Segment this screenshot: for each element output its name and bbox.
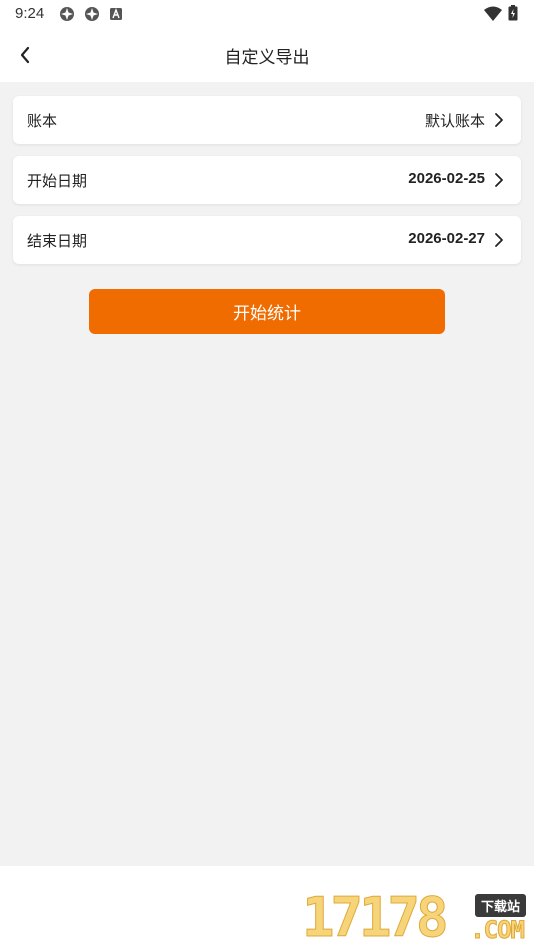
- app-notification-icon: [85, 7, 99, 21]
- status-time: 9:24: [15, 5, 45, 22]
- chevron-right-icon: [495, 113, 503, 127]
- start-date-row[interactable]: 开始日期 2026-02-25: [13, 156, 521, 204]
- end-date-label: 结束日期: [27, 232, 88, 250]
- app-notification-icon: [60, 7, 74, 21]
- wifi-icon: [484, 6, 502, 21]
- bottom-area: 17178 下载站 .COM: [0, 866, 534, 950]
- site-watermark: 17178 下载站 .COM: [302, 886, 530, 948]
- start-statistics-button[interactable]: 开始统计: [89, 289, 445, 334]
- end-date-row[interactable]: 结束日期 2026-02-27: [13, 216, 521, 264]
- ledger-label: 账本: [27, 112, 58, 130]
- keyboard-a-icon: [110, 8, 122, 20]
- status-bar: 9:24: [0, 0, 534, 30]
- ledger-row[interactable]: 账本 默认账本: [13, 96, 521, 144]
- main-content: 账本 默认账本 开始日期 2026-02-25 结束日期 2026-02-27 …: [0, 82, 534, 866]
- watermark-badge: 下载站: [474, 894, 526, 917]
- watermark-digits: 17178: [302, 886, 450, 949]
- app-header: 自定义导出: [0, 30, 534, 82]
- page-title: 自定义导出: [224, 48, 310, 68]
- chevron-right-icon: [495, 173, 503, 187]
- ledger-value: 默认账本: [424, 112, 485, 130]
- watermark-com: .COM: [470, 916, 526, 945]
- end-date-value: 2026-02-27: [408, 230, 485, 247]
- chevron-right-icon: [495, 233, 503, 247]
- battery-icon: [508, 5, 518, 21]
- start-date-label: 开始日期: [27, 172, 88, 190]
- start-date-value: 2026-02-25: [408, 170, 485, 187]
